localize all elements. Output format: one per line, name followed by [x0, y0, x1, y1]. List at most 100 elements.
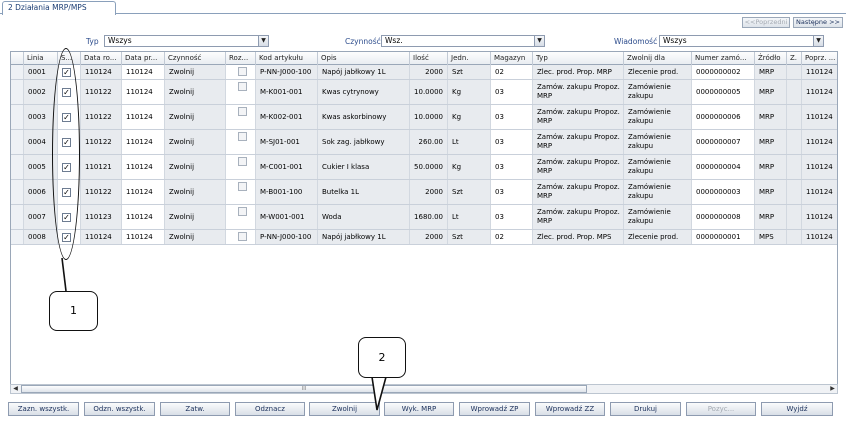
table-cell-zrodlo: MRP: [755, 105, 787, 129]
column-header[interactable]: Ilość: [410, 52, 448, 65]
horizontal-scrollbar[interactable]: ◀ III ▶: [10, 384, 838, 394]
expand-checkbox[interactable]: [238, 67, 247, 76]
column-header[interactable]: Typ: [533, 52, 624, 65]
column-header[interactable]: Źródło: [755, 52, 787, 65]
table-cell-data_ro: 110121: [81, 155, 122, 179]
column-header[interactable]: Kod artykułu: [256, 52, 318, 65]
expand-checkbox[interactable]: [238, 107, 247, 116]
table-row[interactable]: 0008 ✓ 110124 110124 Zwolnij P-NN-J000-100 Nap…: [11, 230, 837, 245]
row-selector[interactable]: [11, 65, 24, 79]
chevron-down-icon[interactable]: ▼: [258, 36, 268, 46]
table-cell-poprz: 110124: [802, 205, 837, 229]
column-header[interactable]: Linia: [24, 52, 58, 65]
row-selector[interactable]: [11, 230, 24, 244]
table-cell-data_ro: 110122: [81, 80, 122, 104]
action-button-8[interactable]: Drukuj: [610, 402, 681, 416]
table-cell-z: [787, 230, 802, 244]
table-cell-czynnosc: Zwolnij: [165, 155, 226, 179]
table-cell-z: [787, 205, 802, 229]
table-cell-numer: 0000000001: [692, 230, 755, 244]
column-header[interactable]: Numer zamó...: [692, 52, 755, 65]
expand-checkbox[interactable]: [238, 82, 247, 91]
scroll-thumb[interactable]: III: [21, 385, 587, 393]
czynnosc-select[interactable]: Wsz. ▼: [381, 35, 545, 47]
next-button[interactable]: Następne >>: [793, 17, 843, 28]
chevron-down-icon[interactable]: ▼: [534, 36, 544, 46]
table-cell-kod: M-W001-001: [256, 205, 318, 229]
expand-checkbox[interactable]: [238, 157, 247, 166]
table-cell-ilosc: 2000: [410, 65, 448, 79]
table-row[interactable]: 0005 ✓ 110121 110124 Zwolnij M-C001-001 Cukier…: [11, 155, 837, 180]
table-cell-jedn: Lt: [448, 205, 491, 229]
action-button-2[interactable]: Zatw.: [160, 402, 230, 416]
table-cell-zrodlo: MRP: [755, 180, 787, 204]
chevron-down-icon[interactable]: ▼: [813, 36, 823, 46]
expand-checkbox[interactable]: [238, 182, 247, 191]
table-cell-typ: Zlec. prod. Prop. MPS: [533, 230, 624, 244]
action-button-1[interactable]: Odzn. wszystk.: [84, 402, 155, 416]
action-button-10[interactable]: Wyjdź: [761, 402, 833, 416]
row-selector[interactable]: [11, 130, 24, 154]
mrp-actions-table: Linia S... Data ro... Data pr... Czynność Roz…: [10, 51, 838, 394]
table-cell-data_ro: 110123: [81, 205, 122, 229]
column-header[interactable]: Poprz. ...: [802, 52, 837, 65]
action-button-0[interactable]: Zazn. wszystk.: [8, 402, 79, 416]
table-row[interactable]: 0002 ✓ 110122 110124 Zwolnij M-K001-001 Kwas c…: [11, 80, 837, 105]
column-header[interactable]: Data ro...: [81, 52, 122, 65]
row-selector[interactable]: [11, 205, 24, 229]
expand-checkbox[interactable]: [238, 207, 247, 216]
column-header[interactable]: Roz...: [226, 52, 256, 65]
table-cell-zrodlo: MRP: [755, 65, 787, 79]
table-cell-jedn: Szt: [448, 180, 491, 204]
column-header[interactable]: Magazyn: [491, 52, 533, 65]
row-selector[interactable]: [11, 105, 24, 129]
table-cell-zwolnij: Zamówienie zakupu: [624, 205, 692, 229]
table-cell-data_pr: 110124: [122, 230, 165, 244]
column-header[interactable]: Opis: [318, 52, 410, 65]
table-cell-kod: M-K001-001: [256, 80, 318, 104]
row-selector[interactable]: [11, 180, 24, 204]
table-row[interactable]: 0001 ✓ 110124 110124 Zwolnij P-NN-J000-100 Nap…: [11, 65, 837, 80]
table-cell-zrodlo: MRP: [755, 155, 787, 179]
expand-checkbox[interactable]: [238, 232, 247, 241]
column-header[interactable]: Data pr...: [122, 52, 165, 65]
table-cell-magazyn: 03: [491, 105, 533, 129]
table-row[interactable]: 0004 ✓ 110122 110124 Zwolnij M-SJ01-001 Sok za…: [11, 130, 837, 155]
wiadomosc-select[interactable]: Wszys ▼: [659, 35, 824, 47]
column-header[interactable]: Z.: [787, 52, 802, 65]
table-cell-poprz: 110124: [802, 180, 837, 204]
table-row[interactable]: 0006 ✓ 110122 110124 Zwolnij M-B001-100 Butelk…: [11, 180, 837, 205]
row-selector[interactable]: [11, 155, 24, 179]
table-cell-typ: Zamów. zakupu Propoz. MRP: [533, 180, 624, 204]
table-cell-kod: M-C001-001: [256, 155, 318, 179]
typ-label: Typ: [86, 37, 99, 46]
action-button-6[interactable]: Wprowadź ZP: [459, 402, 530, 416]
table-cell-data_ro: 110122: [81, 130, 122, 154]
typ-select[interactable]: Wszys ▼: [104, 35, 269, 47]
tab-dzialania-mrp-mps[interactable]: 2 Działania MRP/MPS: [2, 1, 116, 15]
table-cell-kod: P-NN-J000-100: [256, 65, 318, 79]
table-cell-z: [787, 80, 802, 104]
previous-button[interactable]: <<Poprzedni: [742, 17, 790, 28]
action-button-9[interactable]: Pozyc...: [686, 402, 756, 416]
column-header[interactable]: Jedn.: [448, 52, 491, 65]
action-button-5[interactable]: Wyk. MRP: [384, 402, 454, 416]
table-cell-linia: 0008: [24, 230, 58, 244]
row-selector[interactable]: [11, 80, 24, 104]
expand-checkbox[interactable]: [238, 132, 247, 141]
table-cell-zrodlo: MRP: [755, 130, 787, 154]
filter-bar: Typ Wszys ▼ Czynność Wsz. ▼ Wiadomość Ws…: [0, 35, 846, 49]
column-header[interactable]: Czynność: [165, 52, 226, 65]
action-button-7[interactable]: Wprowadź ZZ: [535, 402, 605, 416]
scroll-left-icon[interactable]: ◀: [11, 385, 20, 393]
table-cell-numer: 0000000006: [692, 105, 755, 129]
action-button-3[interactable]: Odznacz: [235, 402, 305, 416]
action-button-4[interactable]: Zwolnij: [309, 402, 380, 416]
table-row[interactable]: 0003 ✓ 110122 110124 Zwolnij M-K002-001 Kwas a…: [11, 105, 837, 130]
table-cell-zrodlo: MPS: [755, 230, 787, 244]
table-cell-opis: Butelka 1L: [318, 180, 410, 204]
scroll-right-icon[interactable]: ▶: [828, 385, 837, 393]
table-row[interactable]: 0007 ✓ 110123 110124 Zwolnij M-W001-001 Woda 16…: [11, 205, 837, 230]
table-cell-data_ro: 110122: [81, 105, 122, 129]
column-header[interactable]: Zwolnij dla: [624, 52, 692, 65]
